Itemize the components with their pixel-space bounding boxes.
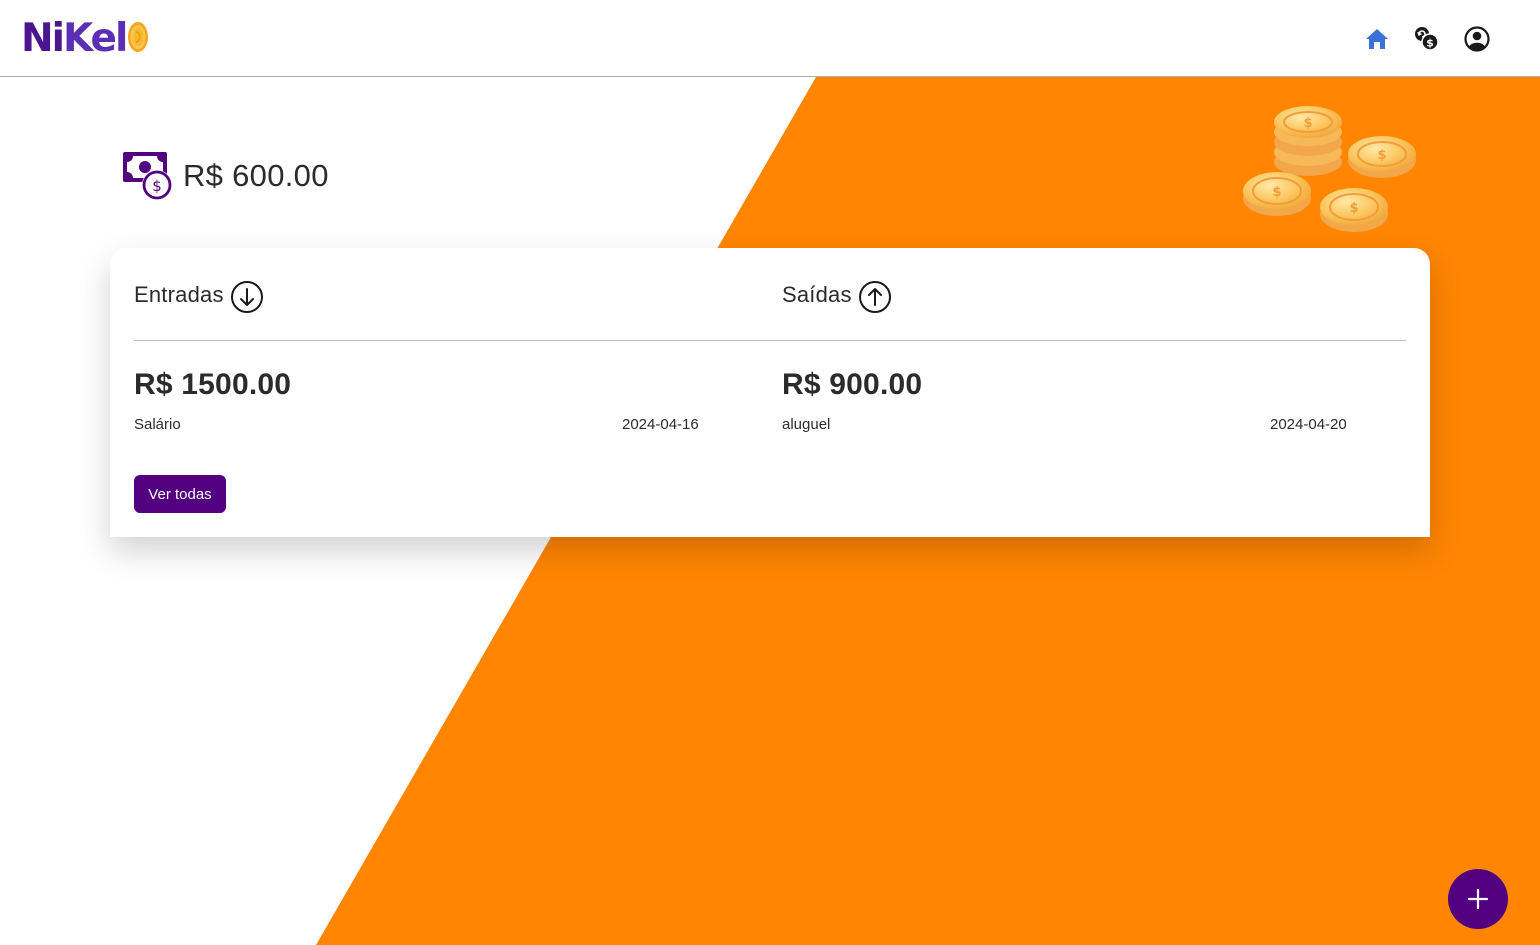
saidas-title: Saídas bbox=[782, 282, 852, 307]
coins-illustration: $ $ $ $ bbox=[1243, 106, 1416, 232]
svg-text:$: $ bbox=[152, 177, 162, 195]
entradas-date: 2024-04-16 bbox=[622, 416, 699, 433]
card-divider bbox=[134, 340, 1406, 341]
saidas-header: Saídas bbox=[782, 276, 892, 314]
entradas-header: Entradas bbox=[134, 276, 264, 314]
svg-text:$: $ bbox=[1377, 148, 1386, 163]
transactions-icon[interactable]: $ bbox=[1412, 23, 1442, 55]
add-transaction-button[interactable] bbox=[1448, 869, 1508, 929]
arrow-up-circle-icon bbox=[858, 281, 891, 313]
balance-amount: R$ 600.00 bbox=[183, 158, 329, 193]
arrow-down-circle-icon bbox=[230, 281, 263, 313]
svg-text:$: $ bbox=[1426, 37, 1434, 50]
home-icon[interactable] bbox=[1362, 23, 1392, 55]
plus-icon bbox=[1467, 888, 1489, 910]
balance-display: $ R$ 600.00 bbox=[121, 149, 329, 203]
svg-text:$: $ bbox=[1349, 201, 1358, 216]
saidas-amount: R$ 900.00 bbox=[782, 368, 923, 401]
svg-text:$: $ bbox=[1303, 116, 1312, 131]
logo-text: NiKel bbox=[21, 15, 128, 61]
coin-logo-icon bbox=[128, 22, 149, 52]
brand-logo[interactable]: NiKel bbox=[21, 14, 149, 62]
page: NiKel $ $ $ $ $ $ R$ 600.00 Entradas R$ … bbox=[0, 0, 1540, 945]
saidas-date: 2024-04-20 bbox=[1270, 416, 1347, 433]
entradas-title: Entradas bbox=[134, 282, 224, 307]
svg-text:$: $ bbox=[1272, 185, 1281, 200]
view-all-button[interactable]: Ver todas bbox=[134, 475, 226, 513]
summary-card: Entradas R$ 1500.00 Salário 2024-04-16 S… bbox=[110, 248, 1430, 537]
navbar: NiKel $ bbox=[0, 0, 1540, 77]
entradas-description: Salário bbox=[134, 416, 181, 433]
saidas-description: aluguel bbox=[782, 416, 831, 433]
nav-icons: $ bbox=[1362, 23, 1492, 55]
profile-icon[interactable] bbox=[1462, 23, 1492, 55]
money-bill-icon: $ bbox=[123, 152, 172, 200]
entradas-amount: R$ 1500.00 bbox=[134, 368, 292, 401]
